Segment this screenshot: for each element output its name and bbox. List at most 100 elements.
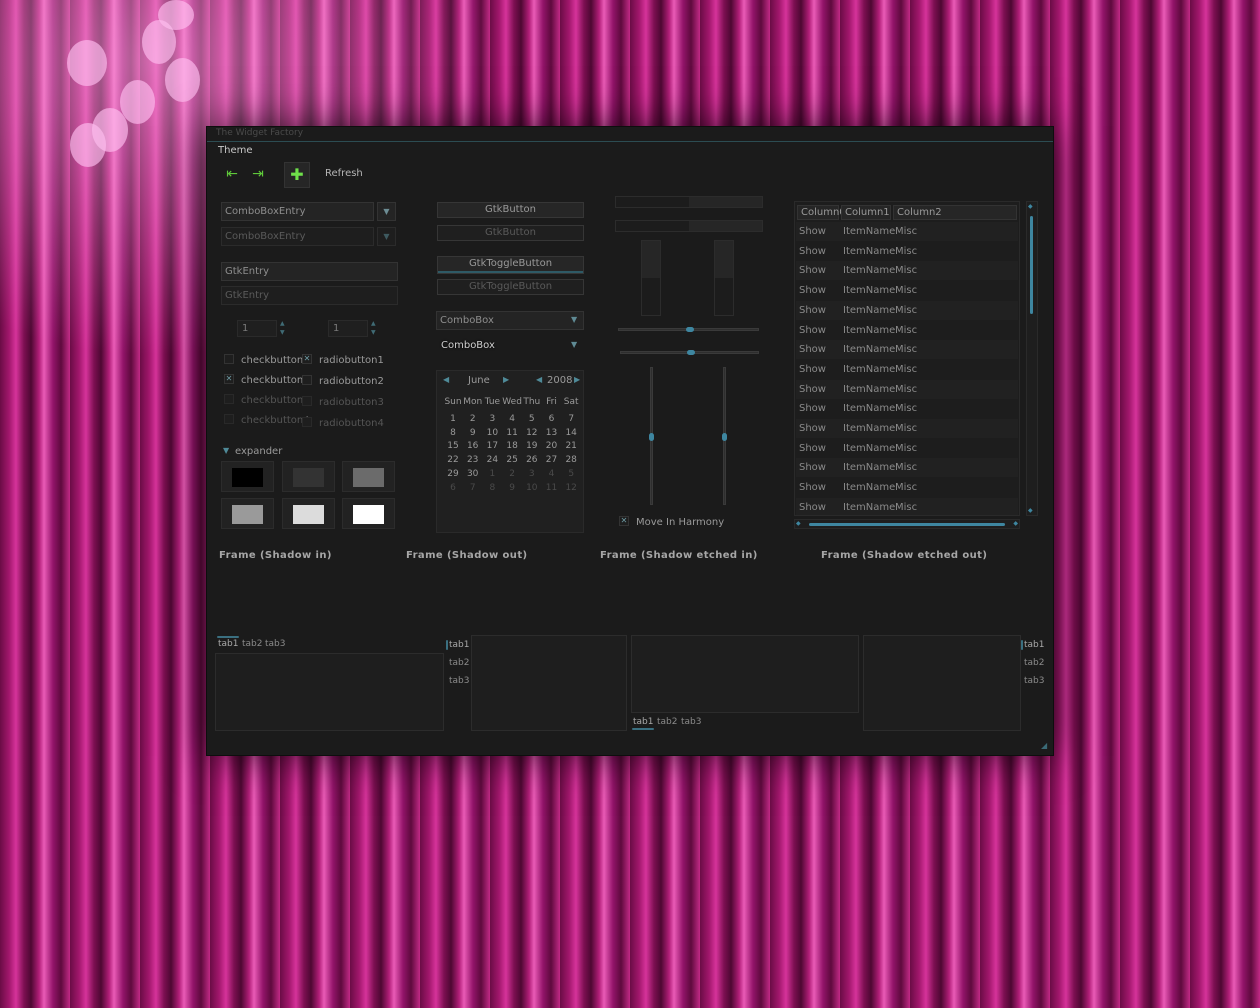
- expander-arrow-icon[interactable]: ▼: [223, 446, 229, 455]
- horizontal-scrollbar[interactable]: ◆ ◆: [794, 519, 1020, 529]
- notebook-4-tab-2[interactable]: tab2: [1024, 658, 1044, 668]
- calendar-day[interactable]: 18: [502, 441, 522, 451]
- table-row[interactable]: Show ItemName Misc: [796, 497, 1018, 515]
- calendar-day[interactable]: 10: [482, 428, 502, 438]
- calendar-day[interactable]: 29: [443, 469, 463, 479]
- scale-horizontal-2[interactable]: [620, 350, 759, 355]
- notebook-3-tab-1[interactable]: tab1: [631, 717, 656, 730]
- calendar-day[interactable]: 26: [522, 455, 542, 465]
- resize-grip-icon[interactable]: ◢: [1041, 741, 1051, 751]
- table-row[interactable]: Show ItemName Misc: [796, 281, 1018, 300]
- table-row[interactable]: Show ItemName Misc: [796, 379, 1018, 399]
- calendar-day[interactable]: 3: [482, 414, 502, 424]
- tree-view[interactable]: Column0 Column1 Column2 Show ItemName Misc…: [794, 201, 1020, 516]
- calendar-day[interactable]: 19: [522, 441, 542, 451]
- scroll-left-icon[interactable]: ◆: [796, 520, 801, 527]
- table-row[interactable]: Show ItemName Misc: [796, 340, 1018, 360]
- calendar-day[interactable]: 28: [561, 455, 581, 465]
- calendar-day[interactable]: 20: [542, 441, 562, 451]
- scroll-up-icon[interactable]: ◆: [1028, 203, 1033, 210]
- add-icon[interactable]: ✚: [284, 162, 310, 188]
- calendar-day[interactable]: 11: [502, 428, 522, 438]
- notebook-2-tab-1[interactable]: tab1: [445, 640, 469, 650]
- calendar-day[interactable]: 9: [463, 428, 483, 438]
- scale-vertical-2[interactable]: [722, 367, 727, 505]
- notebook-1-tab-1[interactable]: tab1: [216, 636, 241, 649]
- column-header[interactable]: Column2: [893, 205, 1017, 220]
- table-row[interactable]: Show ItemName Misc: [796, 458, 1018, 478]
- notebook-1-tab-3[interactable]: tab3: [265, 639, 285, 649]
- chevron-down-icon[interactable]: ▼: [571, 315, 577, 324]
- scrollbar-thumb[interactable]: [809, 523, 1005, 526]
- calendar-day[interactable]: 13: [542, 428, 562, 438]
- combo-box-entry-1[interactable]: ComboBoxEntry: [221, 202, 374, 221]
- spin-down-icon[interactable]: ▼: [280, 330, 285, 336]
- notebook-3-tab-3[interactable]: tab3: [681, 717, 701, 727]
- column-header[interactable]: Column1: [841, 205, 891, 220]
- calendar-day[interactable]: 30: [463, 469, 483, 479]
- radio-1[interactable]: ✕: [302, 354, 312, 364]
- refresh-button[interactable]: Refresh: [325, 168, 363, 179]
- calendar-day[interactable]: 23: [463, 455, 483, 465]
- scale-horizontal-1[interactable]: [618, 327, 759, 332]
- notebook-3-tab-2[interactable]: tab2: [657, 717, 677, 727]
- spin-up-icon[interactable]: ▲: [371, 321, 376, 327]
- table-row[interactable]: Show ItemName Misc: [796, 439, 1018, 458]
- color-button[interactable]: [342, 498, 395, 529]
- go-first-icon[interactable]: ⇤: [223, 166, 241, 182]
- calendar-day[interactable]: 17: [482, 441, 502, 451]
- calendar-day[interactable]: 8: [443, 428, 463, 438]
- color-button[interactable]: [342, 461, 395, 492]
- menu-theme[interactable]: Theme: [218, 145, 253, 156]
- table-row[interactable]: Show ItemName Misc: [796, 399, 1018, 418]
- expander[interactable]: expander: [235, 446, 282, 457]
- scroll-down-icon[interactable]: ◆: [1028, 507, 1033, 514]
- calendar-day[interactable]: 27: [542, 455, 562, 465]
- scroll-right-icon[interactable]: ◆: [1013, 520, 1018, 527]
- table-row[interactable]: Show ItemName Misc: [796, 242, 1018, 261]
- notebook-2-tab-2[interactable]: tab2: [449, 658, 469, 668]
- color-button[interactable]: [282, 498, 335, 529]
- spin-down-icon[interactable]: ▼: [371, 330, 376, 336]
- table-row[interactable]: Show ItemName Misc: [796, 360, 1018, 379]
- scale-slider[interactable]: [649, 433, 654, 441]
- calendar-day[interactable]: 24: [482, 455, 502, 465]
- title-bar[interactable]: The Widget Factory: [207, 127, 1053, 142]
- calendar-day[interactable]: 25: [502, 455, 522, 465]
- column-header[interactable]: Column0: [797, 205, 846, 220]
- table-row[interactable]: Show ItemName Misc: [796, 300, 1018, 320]
- scale-vertical-1[interactable]: [649, 367, 654, 505]
- calendar-day[interactable]: 21: [561, 441, 581, 451]
- notebook-2-tab-3[interactable]: tab3: [449, 676, 469, 686]
- spin-button-1[interactable]: 1: [237, 320, 277, 337]
- calendar-day[interactable]: 22: [443, 455, 463, 465]
- color-button[interactable]: [221, 461, 274, 492]
- table-row[interactable]: Show ItemName Misc: [796, 222, 1018, 241]
- color-button[interactable]: [221, 498, 274, 529]
- entry-field-1[interactable]: GtkEntry: [221, 262, 398, 281]
- table-row[interactable]: Show ItemName Misc: [796, 261, 1018, 281]
- notebook-4-tab-3[interactable]: tab3: [1024, 676, 1044, 686]
- calendar-day[interactable]: 7: [561, 414, 581, 424]
- calendar-day[interactable]: 14: [561, 428, 581, 438]
- calendar-day[interactable]: 5: [522, 414, 542, 424]
- radio-2[interactable]: [302, 375, 312, 385]
- next-year-icon[interactable]: ▶: [574, 375, 580, 384]
- table-row[interactable]: Show ItemName Misc: [796, 321, 1018, 340]
- calendar-day[interactable]: 16: [463, 441, 483, 451]
- scrollbar-thumb[interactable]: [1030, 216, 1033, 314]
- prev-month-icon[interactable]: ◀: [443, 375, 449, 384]
- color-button[interactable]: [282, 461, 335, 492]
- calendar-day[interactable]: 12: [522, 428, 542, 438]
- checkbox-1[interactable]: [224, 354, 234, 364]
- chevron-down-icon[interactable]: ▼: [571, 340, 577, 349]
- scale-slider[interactable]: [686, 350, 695, 355]
- chevron-down-icon[interactable]: ▼: [377, 202, 396, 221]
- spin-button-2[interactable]: 1: [328, 320, 368, 337]
- calendar-day[interactable]: 2: [463, 414, 483, 424]
- combo-box-1[interactable]: ComboBox: [436, 311, 584, 330]
- calendar-day[interactable]: 1: [443, 414, 463, 424]
- table-row[interactable]: Show ItemName Misc: [796, 419, 1018, 438]
- calendar-day[interactable]: 4: [502, 414, 522, 424]
- gtk-toggle-button[interactable]: GtkToggleButton: [437, 256, 584, 274]
